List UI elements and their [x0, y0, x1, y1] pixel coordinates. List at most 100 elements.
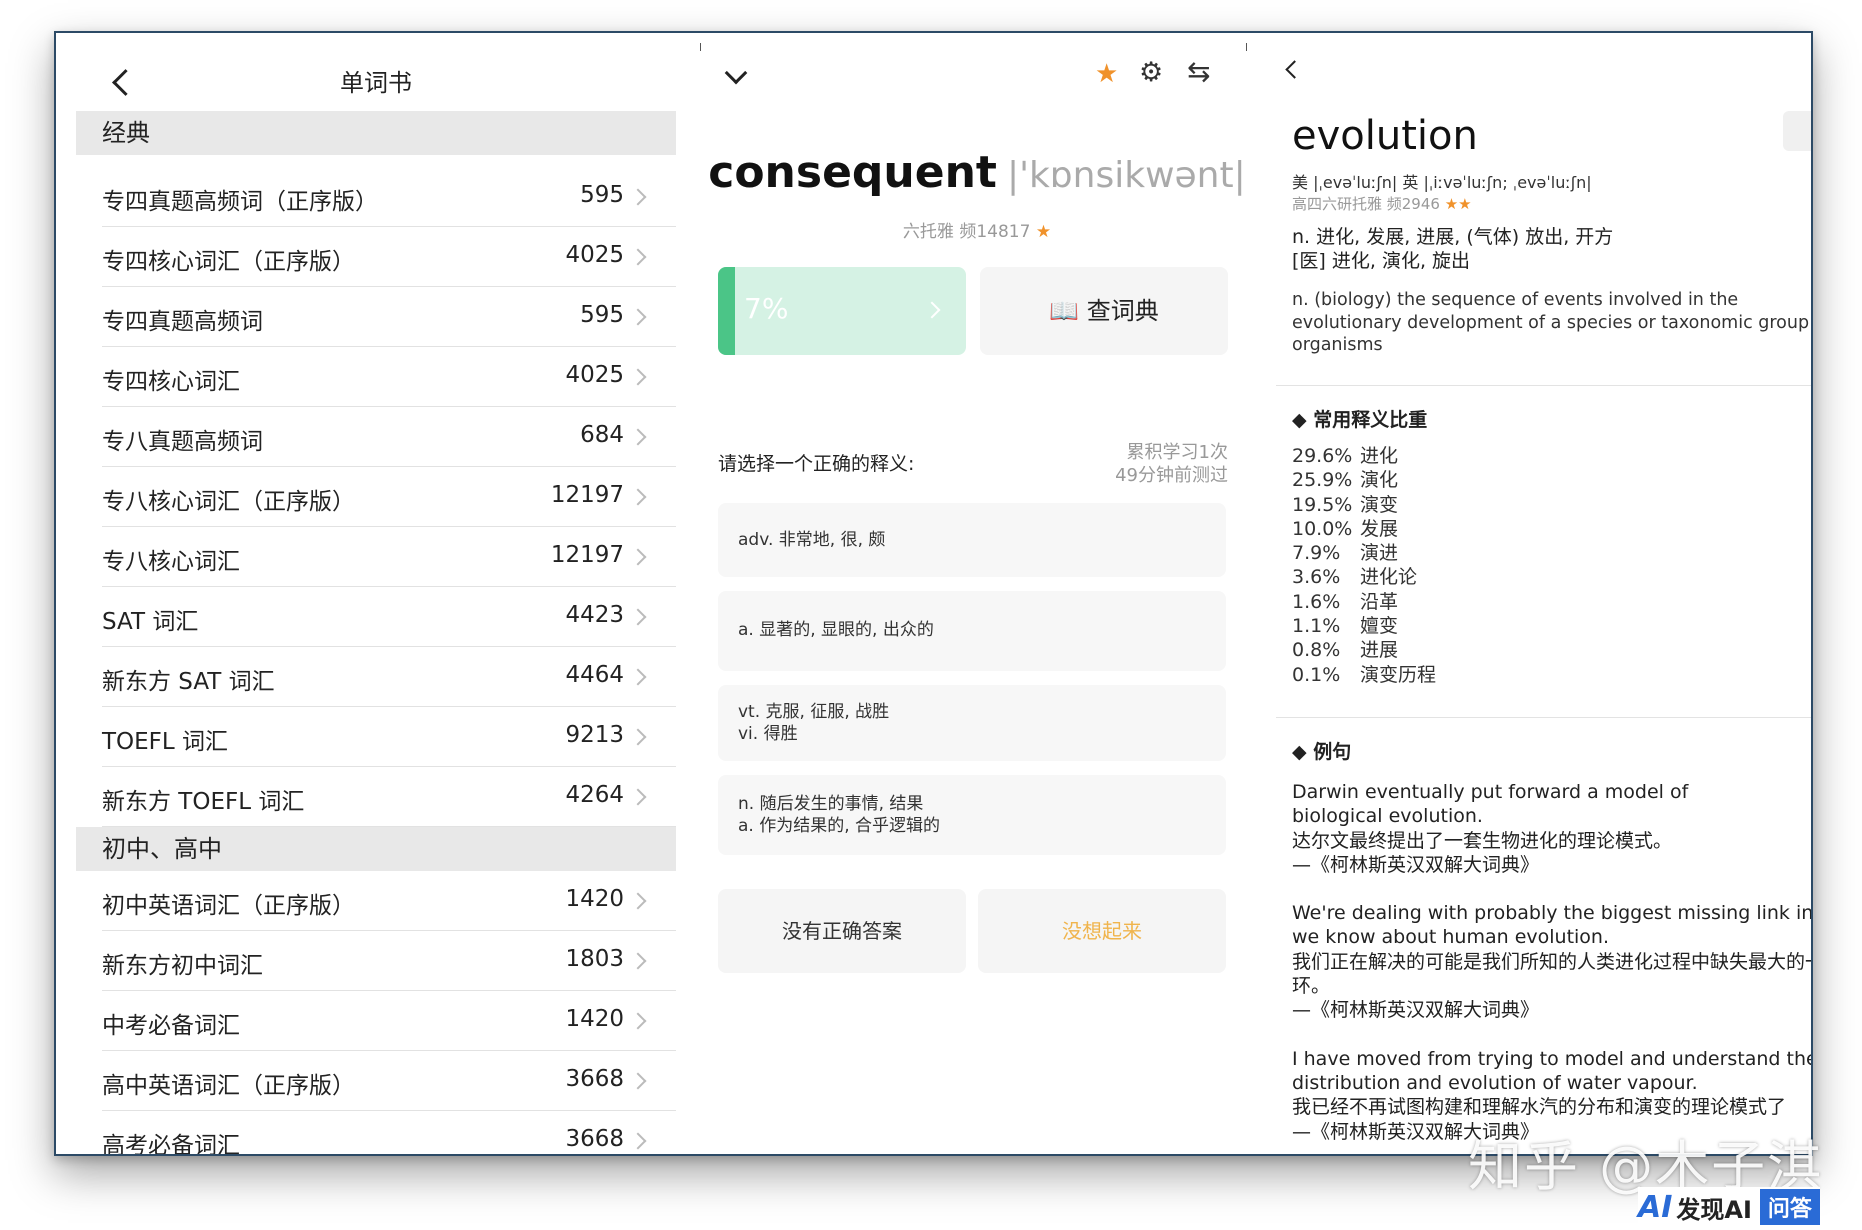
- frequency-percent: 3.6%: [1292, 566, 1341, 589]
- frequency-percent: 19.5%: [1292, 493, 1353, 516]
- word-count: 1420: [565, 886, 624, 912]
- option-line: n. 随后发生的事情, 结果 a. 作为结果的, 合乎逻辑的: [738, 793, 940, 837]
- chevron-right-icon: [629, 548, 647, 566]
- frequency-meaning: 进化: [1360, 445, 1399, 467]
- frequency-row: 1.1% 嬗变: [1292, 614, 1436, 638]
- frequency-meaning: 沿革: [1360, 590, 1399, 613]
- word-count: 3668: [565, 1126, 624, 1152]
- examples-section-title: ◆ 例句: [1292, 741, 1352, 763]
- wordbook-row[interactable]: 中考必备词汇 1420: [102, 991, 676, 1051]
- example-english-line: biological evolution.: [1292, 805, 1483, 828]
- wordbook-row[interactable]: 专四真题高频词（正序版） 595: [102, 167, 676, 227]
- back-icon[interactable]: [1285, 60, 1304, 79]
- wordbook-row[interactable]: 专八核心词汇（正序版） 12197: [102, 467, 676, 527]
- example-translation: 达尔文最终提出了一套生物进化的理论模式。: [1292, 829, 1673, 852]
- exam-tags-text: 高四六研托雅 频2946: [1292, 195, 1440, 213]
- wordbook-name: 高考必备词汇: [102, 1133, 240, 1154]
- word-count: 1803: [565, 946, 624, 972]
- wordbook-row[interactable]: 专四核心词汇 4025: [102, 347, 676, 407]
- frequency-percent: 0.8%: [1292, 639, 1341, 662]
- english-definition: n. (biology) the sequence of events invo…: [1292, 290, 1813, 355]
- option-line: adv. 非常地, 很, 颇: [738, 530, 886, 550]
- answer-option-1[interactable]: adv. 非常地, 很, 颇: [718, 503, 1226, 577]
- collapse-chevron-icon[interactable]: [724, 61, 748, 85]
- chevron-right-icon: [923, 301, 941, 319]
- frequency-row: 7.9% 演进: [1292, 541, 1436, 565]
- faxianai-badge: AI 发现AI 问答: [1638, 1187, 1820, 1227]
- frequency-row: 29.6% 进化: [1292, 444, 1436, 468]
- word-count: 595: [580, 182, 624, 208]
- chevron-right-icon: [629, 248, 647, 266]
- section-header: 经典: [76, 111, 676, 155]
- wordbook-row[interactable]: 专八核心词汇 12197: [102, 527, 676, 587]
- word-count: 4264: [565, 782, 624, 808]
- example-source: —《柯林斯英汉双解大词典》: [1292, 853, 1540, 876]
- frequency-meaning: 发展: [1360, 517, 1399, 540]
- option-line-2: a. 作为结果的, 合乎逻辑的: [738, 816, 941, 836]
- ai-logo-icon: AI: [1638, 1189, 1673, 1225]
- frequency-percent: 29.6%: [1292, 445, 1353, 467]
- no-correct-answer-button[interactable]: 没有正确答案: [718, 889, 966, 973]
- frequency-row: 0.1% 演变历程: [1292, 663, 1436, 687]
- word-count: 4464: [565, 662, 624, 688]
- wordbook-row[interactable]: 新东方 TOEFL 词汇 4264: [102, 767, 676, 827]
- wordbook-row[interactable]: 专四真题高频词 595: [102, 287, 676, 347]
- wordbook-name: 专四核心词汇（正序版）: [102, 249, 355, 275]
- dictionary-headword: evolution: [1292, 113, 1478, 159]
- wordbook-panel: 单词书 经典 专四真题高频词（正序版） 595 专四核心词汇（正序版） 4025 专四真题…: [76, 33, 676, 1154]
- example-english-line: we know about human evolution.: [1292, 926, 1610, 949]
- wordbook-row[interactable]: TOEFL 词汇 9213: [102, 707, 676, 767]
- wordbook-row[interactable]: SAT 词汇 4423: [102, 587, 676, 647]
- example-english-line: I have moved from trying to model and un…: [1292, 1047, 1813, 1070]
- chevron-right-icon: [629, 1012, 647, 1030]
- swap-icon[interactable]: ⇆: [1187, 55, 1210, 88]
- example-sentences: Darwin eventually put forward a model of…: [1292, 780, 1813, 1154]
- frequency-meaning: 嬗变: [1360, 615, 1399, 638]
- option-line: vt. 克服, 征服, 战胜 vi. 得胜: [738, 701, 889, 745]
- frequency-row: 19.5% 演变: [1292, 493, 1436, 517]
- example-source: —《柯林斯英汉双解大词典》: [1292, 999, 1540, 1022]
- example-english-line: We're dealing with probably the biggest …: [1292, 902, 1813, 925]
- frequency-percent: 25.9%: [1292, 469, 1353, 492]
- wordbook-row[interactable]: 新东方初中词汇 1803: [102, 931, 676, 991]
- wordbook-name: 专八真题高频词: [102, 429, 263, 455]
- wordbook-row[interactable]: 专八真题高频词 684: [102, 407, 676, 467]
- wordbook-name: 初中英语词汇（正序版）: [102, 893, 355, 919]
- frequency-percent: 1.6%: [1292, 590, 1341, 613]
- star-icon[interactable]: ★: [1095, 59, 1118, 89]
- chevron-right-icon: [629, 368, 647, 386]
- wordbook-name: 中考必备词汇: [102, 1013, 240, 1039]
- word-count: 595: [580, 302, 624, 328]
- wordbook-name: 专四真题高频词: [102, 309, 263, 335]
- chevron-right-icon: [629, 1132, 647, 1150]
- word-count: 1420: [565, 1006, 624, 1032]
- option-line-2: vi. 得胜: [738, 724, 798, 744]
- wordbook-row[interactable]: 新东方 SAT 词汇 4464: [102, 647, 676, 707]
- wordbook-row[interactable]: 专四核心词汇（正序版） 4025: [102, 227, 676, 287]
- section-header: 初中、高中: [76, 827, 676, 871]
- forgot-button[interactable]: 没想起来: [978, 889, 1226, 973]
- gear-icon[interactable]: ⚙: [1139, 57, 1163, 88]
- answer-option-2[interactable]: a. 显著的, 显眼的, 出众的: [718, 591, 1226, 671]
- quiz-prompt: 请选择一个正确的释义:: [718, 453, 915, 475]
- wordbook-name: 专八核心词汇（正序版）: [102, 489, 355, 515]
- wordbook-row[interactable]: 初中英语词汇（正序版） 1420: [102, 871, 676, 931]
- wordbook-row[interactable]: 高中英语词汇（正序版） 3668: [102, 1051, 676, 1111]
- frequency-row: 10.0% 发展: [1292, 517, 1436, 541]
- example-english-line: Darwin eventually put forward a model of: [1292, 781, 1689, 803]
- star-rating: ★★: [1444, 195, 1472, 213]
- panel-divider: [700, 43, 701, 51]
- apple-icon[interactable]: [1783, 111, 1811, 151]
- answer-option-4[interactable]: n. 随后发生的事情, 结果 a. 作为结果的, 合乎逻辑的: [718, 775, 1226, 855]
- frequency-meaning: 演变: [1360, 493, 1399, 516]
- progress-button[interactable]: 7%: [718, 267, 966, 355]
- quiz-panel: ★ ⚙ ⇆ consequent |'kɒnsikwənt| 六托雅 频14817…: [692, 33, 1262, 1154]
- wordbook-name: 专四核心词汇: [102, 369, 240, 395]
- chevron-right-icon: [629, 488, 647, 506]
- quiz-word-meta: 六托雅 频14817 ★: [692, 217, 1262, 242]
- wordbook-row[interactable]: 高考必备词汇 3668: [102, 1111, 676, 1154]
- frequency-meaning: 演化: [1360, 469, 1399, 492]
- frequency-meaning: 进化论: [1360, 566, 1418, 589]
- lookup-dictionary-button[interactable]: 📖 查词典: [980, 267, 1228, 355]
- answer-option-3[interactable]: vt. 克服, 征服, 战胜 vi. 得胜: [718, 685, 1226, 761]
